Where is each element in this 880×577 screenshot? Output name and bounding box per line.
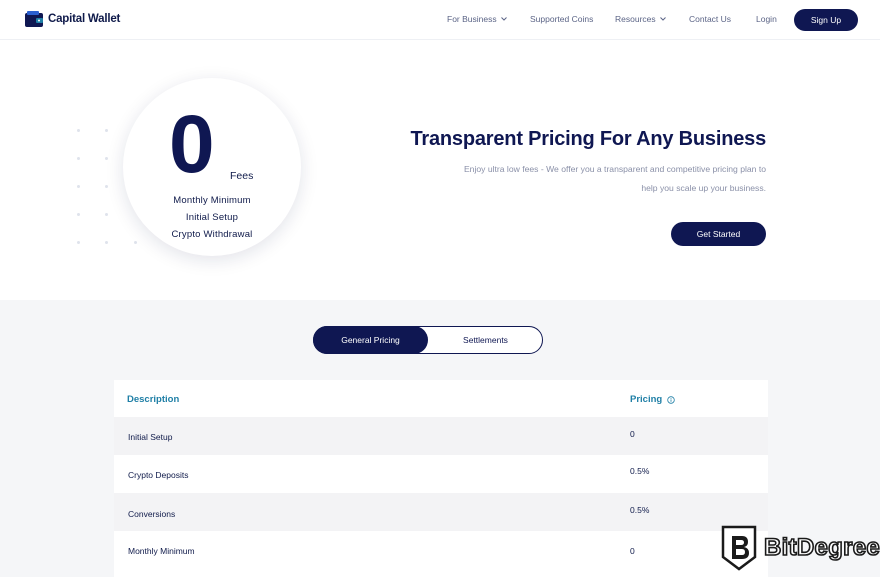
pricing-table: Description Pricing Initial Setup 0 Cryp… (114, 380, 768, 577)
circle-line-monthly-minimum: Monthly Minimum (173, 195, 251, 206)
circle-line-crypto-withdrawal: Crypto Withdrawal (171, 229, 253, 240)
row-description: Conversions (128, 509, 176, 519)
tab-settlements[interactable]: Settlements (428, 326, 543, 354)
row-description: Monthly Minimum (128, 546, 195, 556)
nav-supported-coins-label: Supported Coins (530, 14, 594, 24)
zero-fees-number: 0 (169, 99, 215, 190)
table-row: Monthly Minimum 0 (114, 531, 768, 569)
nav-login[interactable]: Login (756, 14, 777, 24)
nav-resources-label: Resources (615, 14, 656, 24)
hero-subtitle-line-1: Enjoy ultra low fees - We offer you a tr… (463, 164, 766, 174)
chevron-down-icon (500, 17, 507, 21)
nav-for-business[interactable]: For Business (447, 14, 508, 24)
row-pricing: 0 (630, 429, 635, 439)
nav-for-business-label: For Business (447, 14, 497, 24)
logo-text: Capital Wallet (48, 13, 121, 25)
nav-resources[interactable]: Resources (615, 14, 667, 24)
tab-general-pricing[interactable]: General Pricing (313, 326, 428, 354)
circle-line-initial-setup: Initial Setup (185, 212, 239, 223)
table-row: Initial Setup 0 (114, 417, 768, 455)
column-header-pricing: Pricing (630, 394, 675, 405)
wallet-logo-icon (25, 11, 43, 27)
hero-subtitle-line-2: help you scale up your business. (641, 183, 766, 193)
column-header-description-label: Description (127, 394, 180, 405)
bitdegree-watermark: BitDegree (720, 525, 880, 571)
bitdegree-text: BitDegree (763, 533, 880, 562)
nav-contact-us[interactable]: Contact Us (689, 14, 731, 24)
table-row: Conversions 0.5% (114, 493, 768, 531)
column-header-pricing-label: Pricing (630, 394, 663, 405)
hero-title: Transparent Pricing For Any Business (410, 128, 767, 150)
column-header-description: Description (127, 394, 179, 405)
row-description: Initial Setup (128, 432, 173, 442)
nav-supported-coins[interactable]: Supported Coins (530, 14, 593, 24)
table-row: Crypto Deposits 0.5% (114, 455, 768, 493)
row-pricing: 0 (630, 546, 635, 556)
row-description: Crypto Deposits (128, 470, 189, 480)
chevron-down-icon (659, 17, 666, 21)
top-navbar: Capital Wallet For Business Supported Co… (0, 0, 880, 40)
row-pricing: 0.5% (630, 505, 650, 515)
nav-contact-us-label: Contact Us (689, 14, 732, 24)
logo[interactable]: Capital Wallet (24, 10, 120, 28)
get-started-button[interactable]: Get Started (671, 222, 766, 246)
sign-up-button[interactable]: Sign Up (794, 9, 858, 31)
bitdegree-shield-icon (721, 525, 757, 571)
row-pricing: 0.5% (630, 466, 650, 476)
nav-login-label: Login (756, 14, 777, 24)
info-icon[interactable] (667, 395, 675, 404)
fees-label: Fees (230, 170, 254, 182)
